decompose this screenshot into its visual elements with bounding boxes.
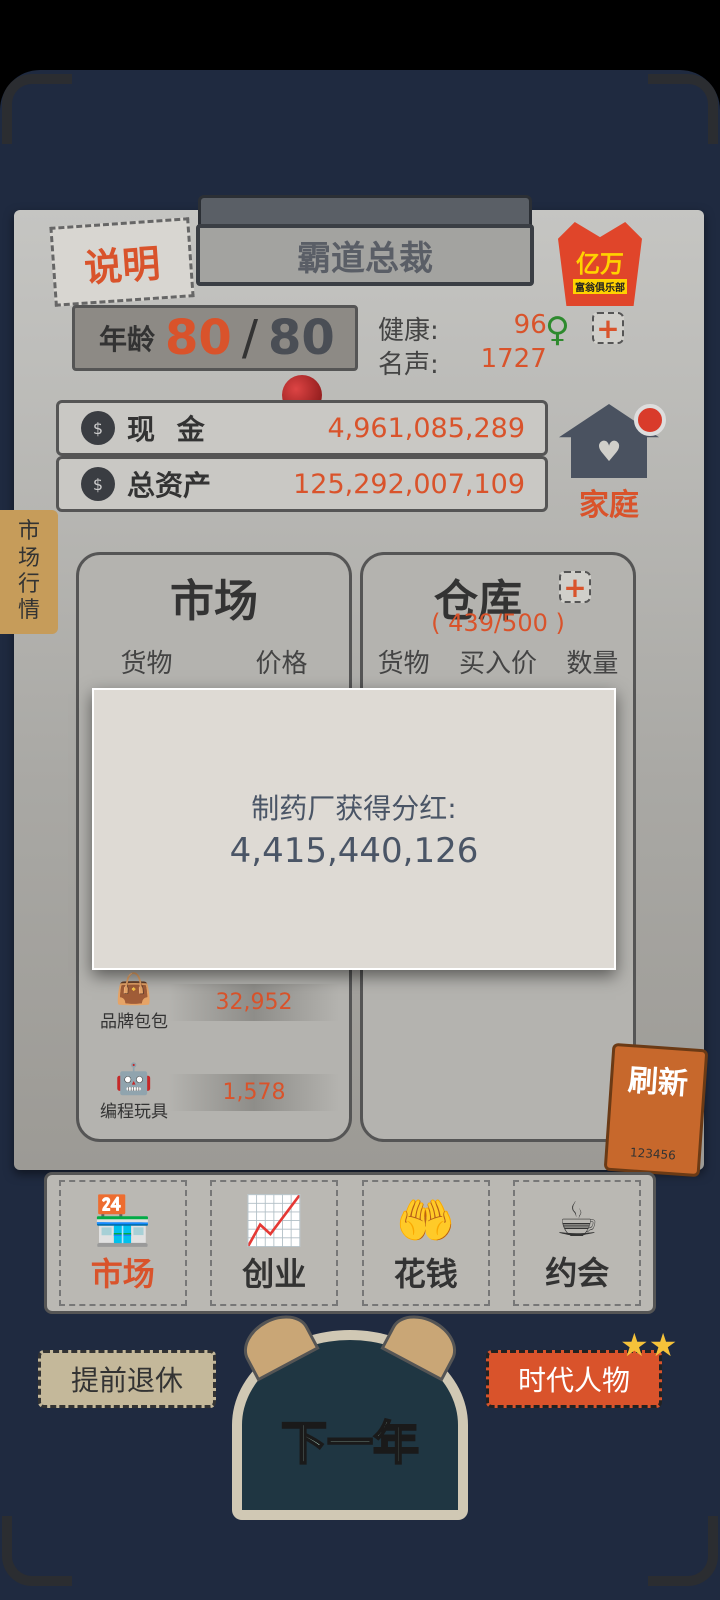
coin-stack-icon: $ <box>81 467 115 501</box>
age-display: 年龄 80 / 80 <box>72 305 358 371</box>
shop-icon: 🏪 <box>92 1192 153 1249</box>
market-trends-tab[interactable]: 市 场 行 情 <box>0 510 58 634</box>
tab-label: 市场 <box>90 1254 155 1293</box>
popup-amount: 4,415,440,126 <box>229 831 479 871</box>
cash-label: 现 金 <box>127 413 211 446</box>
robot-toy-icon: 🤖 编程玩具 <box>100 1062 168 1122</box>
col-buy-price: 买入价 <box>458 649 537 679</box>
dividend-popup[interactable]: 制药厂获得分红: 4,415,440,126 <box>92 688 616 970</box>
health-label: 健康: <box>378 316 439 346</box>
item-name: 品牌包包 <box>100 1012 168 1032</box>
coffee-icon: ☕ <box>555 1192 599 1248</box>
fame-label: 名声: <box>378 350 439 380</box>
age-max: 80 <box>267 310 335 366</box>
item-name: 编程玩具 <box>100 1102 168 1122</box>
age-separator: / <box>241 310 258 366</box>
tab-date[interactable]: ☕ 约会 <box>513 1180 642 1306</box>
fame-value: 1727 <box>480 344 547 374</box>
person-icon: ♀ <box>545 310 570 350</box>
col-goods: 货物 <box>377 649 430 679</box>
cash-row: $ 现 金 4,961,085,289 <box>56 400 548 456</box>
stars-icon: ★★ <box>620 1326 678 1364</box>
health-plus-button[interactable]: + <box>592 312 624 345</box>
col-price: 价格 <box>255 649 308 679</box>
market-columns: 货物 价格 <box>79 643 349 680</box>
chart-icon: 📈 <box>244 1192 305 1249</box>
col-quantity: 数量 <box>566 649 619 679</box>
notification-dot <box>634 404 666 436</box>
warehouse-columns: 货物 买入价 数量 <box>363 643 633 680</box>
age-label: 年龄 <box>99 323 156 356</box>
tab-business[interactable]: 📈 创业 <box>210 1180 339 1306</box>
age-current: 80 <box>165 310 232 366</box>
health-stat: 健康: 96 <box>378 310 547 347</box>
market-item[interactable]: 🤖 编程玩具 1,578 <box>99 1057 339 1127</box>
coin-icon: $ <box>81 411 115 445</box>
tab-spend[interactable]: 🤲 花钱 <box>361 1180 490 1306</box>
item-price: 32,952 <box>169 983 339 1021</box>
tab-label: 花钱 <box>393 1254 458 1293</box>
assets-label: 总资产 <box>127 469 212 502</box>
warehouse-expand-button[interactable]: + <box>559 571 591 604</box>
side-tag-char: 行 <box>17 572 40 597</box>
popup-message: 制药厂获得分红: <box>251 792 457 825</box>
item-price: 1,578 <box>169 1073 339 1111</box>
badge-big-text: 亿万 <box>576 250 624 278</box>
market-title: 市场 <box>170 576 258 627</box>
next-year-label: 下一年 <box>280 1415 420 1471</box>
health-value: 96 <box>513 310 547 340</box>
refresh-label: 刷新 <box>626 1063 690 1103</box>
family-button[interactable]: ♥ 家庭 <box>548 404 670 524</box>
tab-label: 约会 <box>545 1254 610 1292</box>
warehouse-capacity: ( 439/500 ) <box>431 609 565 637</box>
fame-stat: 名声: 1727 <box>378 344 547 381</box>
early-retire-button[interactable]: 提前退休 <box>38 1350 216 1408</box>
hand-coin-icon: 🤲 <box>395 1192 456 1249</box>
frame-corner <box>2 1516 72 1586</box>
assets-value: 125,292,007,109 <box>293 468 525 500</box>
frame-corner <box>648 1516 718 1586</box>
explain-button[interactable]: 说明 <box>49 217 195 307</box>
tab-label: 创业 <box>242 1254 307 1293</box>
assets-row: $ 总资产 125,292,007,109 <box>56 456 548 512</box>
cash-value: 4,961,085,289 <box>327 412 525 444</box>
family-label: 家庭 <box>579 488 639 523</box>
refresh-button[interactable]: 刷新 123456 <box>603 1042 709 1178</box>
ticket-number: 123456 <box>629 1145 677 1163</box>
market-item[interactable]: 👜 品牌包包 32,952 <box>99 967 339 1037</box>
frame-corner <box>2 74 72 144</box>
side-tag-char: 情 <box>17 598 40 624</box>
tab-market[interactable]: 🏪 市场 <box>58 1180 187 1306</box>
side-tag-char: 市 <box>17 519 40 545</box>
col-goods: 货物 <box>120 649 173 679</box>
side-tag-char: 场 <box>17 545 40 571</box>
next-year-button[interactable]: 下一年 <box>232 1304 468 1520</box>
handbag-icon: 👜 品牌包包 <box>100 972 168 1032</box>
badge-small-text: 富翁俱乐部 <box>573 279 627 294</box>
player-title: 霸道总裁 <box>196 224 534 286</box>
bottom-nav: 🏪 市场 📈 创业 🤲 花钱 ☕ 约会 <box>44 1172 656 1314</box>
frame-corner <box>648 74 718 144</box>
